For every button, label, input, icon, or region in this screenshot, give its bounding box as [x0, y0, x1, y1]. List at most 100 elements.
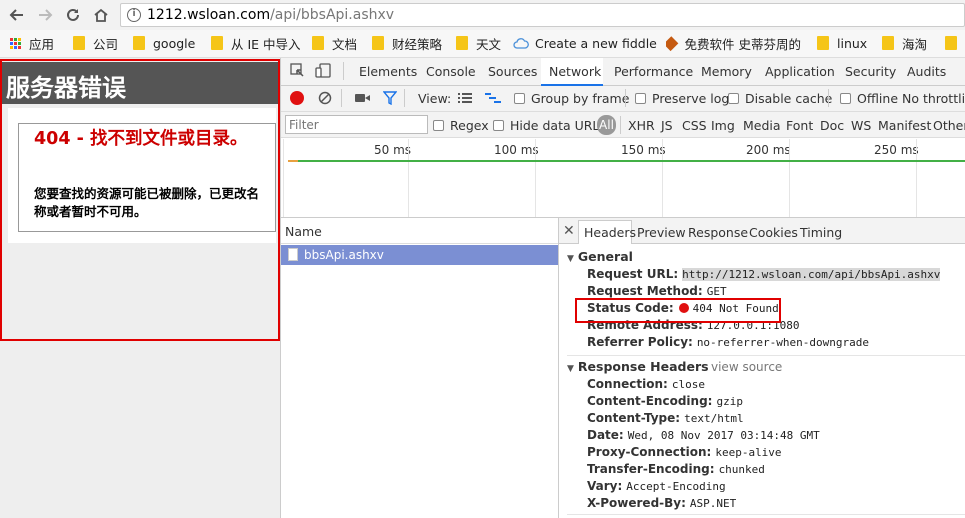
tab-headers[interactable]: Headers [584, 225, 636, 240]
divider [567, 355, 965, 356]
bookmark-folder[interactable]: google [133, 33, 195, 53]
bookmark-folder[interactable] [945, 33, 965, 53]
throttling-select[interactable]: No throttling [902, 91, 965, 106]
grid-line [408, 139, 409, 217]
back-button[interactable] [6, 4, 28, 26]
filter-type-css[interactable]: CSS [682, 118, 707, 133]
filter-type-img[interactable]: Img [711, 118, 735, 133]
grid-line [916, 139, 917, 217]
tab-preview[interactable]: Preview [637, 225, 686, 240]
tab-console[interactable]: Console [426, 64, 476, 79]
cloud-icon [513, 38, 529, 49]
file-icon [288, 248, 298, 261]
offline-checkbox[interactable]: Offline [840, 91, 898, 106]
clear-icon [318, 91, 332, 105]
folder-icon [372, 36, 384, 50]
response-header-row: Vary: Accept-Encoding [587, 479, 726, 493]
filter-toggle-button[interactable] [382, 91, 398, 106]
forward-button[interactable] [34, 4, 56, 26]
timeline-bar-waiting [288, 160, 298, 162]
checkbox-box [514, 93, 525, 104]
divider [341, 89, 342, 107]
bookmark-label: Create a new fiddle [535, 35, 657, 51]
tab-performance[interactable]: Performance [614, 64, 693, 79]
filter-funnel-icon [382, 91, 398, 106]
hide-data-urls-checkbox[interactable]: Hide data URLs [493, 118, 606, 133]
tab-memory[interactable]: Memory [701, 64, 752, 79]
tab-sources[interactable]: Sources [488, 64, 537, 79]
response-headers-section-toggle[interactable]: ▼ Response Headers [567, 359, 709, 374]
filter-type-font[interactable]: Font [786, 118, 813, 133]
column-header-label: Name [285, 224, 322, 239]
bookmark-folder[interactable]: 海淘 [882, 33, 927, 53]
capture-screenshots-button[interactable] [355, 92, 370, 104]
large-rows-button[interactable] [458, 92, 472, 104]
tab-timing[interactable]: Timing [800, 225, 842, 240]
tab-elements[interactable]: Elements [359, 64, 417, 79]
info-icon: i [127, 8, 141, 22]
bookmark-link[interactable]: Create a new fiddle [513, 33, 657, 53]
device-toolbar-button[interactable] [315, 63, 331, 78]
general-section-toggle[interactable]: ▼ General [567, 249, 633, 264]
tab-security[interactable]: Security [845, 64, 896, 79]
folder-icon [882, 36, 894, 50]
bookmark-label: 天文 [476, 36, 502, 52]
request-row[interactable]: bbsApi.ashxv [281, 245, 559, 265]
bookmark-folder[interactable]: 公司 [73, 33, 118, 53]
checkbox-label: Regex [450, 118, 489, 133]
regex-checkbox[interactable]: Regex [433, 118, 489, 133]
bookmark-folder[interactable]: linux [817, 33, 867, 53]
filter-type-doc[interactable]: Doc [820, 118, 844, 133]
tab-application[interactable]: Application [765, 64, 835, 79]
record-button[interactable] [290, 91, 304, 105]
close-icon[interactable]: ✕ [563, 223, 575, 239]
tab-audits[interactable]: Audits [907, 64, 946, 79]
checkbox-box [433, 120, 444, 131]
filter-input[interactable] [285, 115, 428, 134]
bookmark-folder[interactable]: 财经策略 [372, 33, 442, 53]
filter-type-ws[interactable]: WS [851, 118, 871, 133]
bookmark-label: google [153, 35, 196, 51]
name-column-header[interactable]: Name [281, 218, 559, 244]
filter-type-other[interactable]: Other [933, 118, 965, 133]
divider [828, 89, 829, 107]
clear-button[interactable] [318, 91, 332, 105]
bookmark-apps[interactable]: 应用 [10, 33, 54, 53]
grid-line [662, 139, 663, 217]
overview-button[interactable] [485, 92, 501, 104]
timeline-tick: 250 ms [874, 143, 919, 157]
timeline-tick: 50 ms [374, 143, 412, 157]
reload-button[interactable] [62, 4, 84, 26]
address-bar[interactable]: i 1212.wsloan.com/api/bbsApi.ashxv [120, 3, 965, 27]
bookmark-folder[interactable]: 从 IE 中导入 [211, 33, 301, 53]
divider [625, 89, 626, 107]
grid-line [535, 139, 536, 217]
home-button[interactable] [90, 4, 112, 26]
response-header-row: Date: Wed, 08 Nov 2017 03:14:48 GMT [587, 428, 820, 442]
inspect-element-button[interactable] [290, 63, 305, 78]
bookmark-folder[interactable]: 文档 [312, 33, 357, 53]
timeline-tick: 200 ms [746, 143, 791, 157]
checkbox-box [493, 120, 504, 131]
section-title: Response Headers [577, 359, 709, 374]
filter-type-xhr[interactable]: XHR [628, 118, 655, 133]
bookmark-folder[interactable]: 天文 [456, 33, 501, 53]
timeline-bar-content [298, 160, 965, 162]
timeline-tick: 100 ms [494, 143, 539, 157]
filter-type-all[interactable]: All [597, 115, 616, 135]
group-by-frame-checkbox[interactable]: Group by frame [514, 91, 629, 106]
bookmark-link[interactable]: 免费软件 史蒂芬周的 [666, 33, 801, 53]
view-label: View: [418, 91, 452, 106]
filter-type-manifest[interactable]: Manifest [878, 118, 931, 133]
tab-cookies[interactable]: Cookies [749, 225, 798, 240]
tab-network[interactable]: Network [549, 64, 601, 79]
folder-icon [73, 36, 85, 50]
bookmark-label: 公司 [93, 36, 119, 52]
view-source-link[interactable]: view source [711, 360, 782, 374]
filter-type-js[interactable]: JS [661, 118, 673, 133]
back-arrow-icon [9, 9, 23, 21]
disable-cache-checkbox[interactable]: Disable cache [728, 91, 832, 106]
preserve-log-checkbox[interactable]: Preserve log [635, 91, 729, 106]
tab-response[interactable]: Response [688, 225, 748, 240]
filter-type-media[interactable]: Media [743, 118, 781, 133]
